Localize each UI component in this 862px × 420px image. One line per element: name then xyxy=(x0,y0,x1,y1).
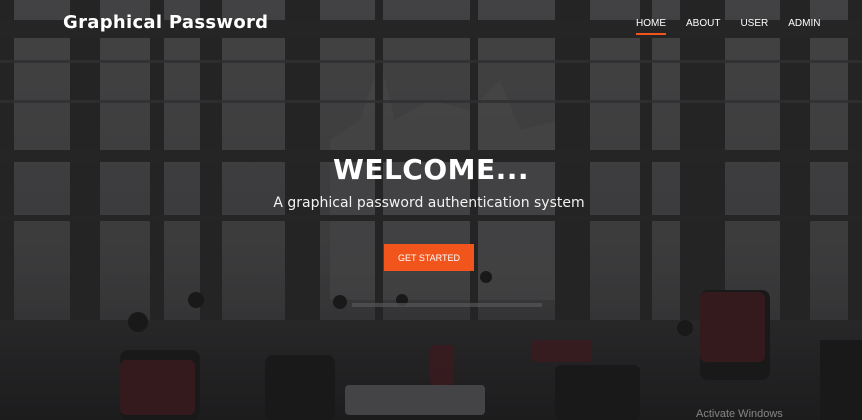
brand-logo[interactable]: Graphical Password xyxy=(63,12,268,33)
nav-item-user[interactable]: USER xyxy=(740,18,768,35)
nav-item-about[interactable]: ABOUT xyxy=(686,18,720,35)
nav-item-home[interactable]: HOME xyxy=(636,18,666,35)
get-started-button[interactable]: GET STARTED xyxy=(384,244,474,271)
hero-section: Graphical Password HOME ABOUT USER ADMIN… xyxy=(0,0,862,420)
nav-item-admin[interactable]: ADMIN xyxy=(788,18,820,35)
activate-windows-watermark: Activate Windows xyxy=(696,408,783,420)
main-nav: HOME ABOUT USER ADMIN xyxy=(636,18,840,35)
hero-subtitle: A graphical password authentication syst… xyxy=(273,195,585,211)
hero-headline: WELCOME... xyxy=(332,153,530,186)
